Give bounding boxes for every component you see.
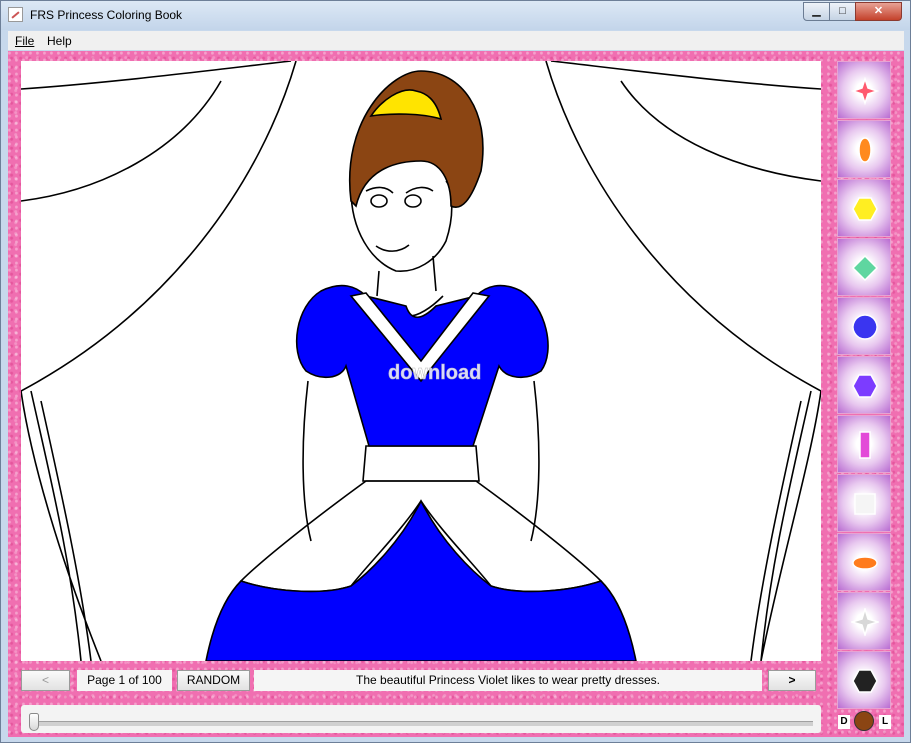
left-arm-outline <box>302 380 312 542</box>
color-swatch[interactable] <box>837 238 891 296</box>
color-swatch[interactable] <box>837 592 891 650</box>
orange-oval-gem-icon <box>858 137 872 163</box>
princess-drawing[interactable]: download <box>21 61 821 661</box>
silver-star-gem-icon <box>851 608 879 636</box>
menu-file[interactable]: File <box>15 34 34 48</box>
shade-slider[interactable] <box>21 705 821 733</box>
blue-round-gem-icon <box>852 314 878 340</box>
current-color-indicator <box>854 711 874 731</box>
color-swatch[interactable] <box>837 415 891 473</box>
maximize-button[interactable]: □ <box>829 2 856 21</box>
title-bar[interactable]: FRS Princess Coloring Book ▁ □ ✕ <box>1 1 910 30</box>
princess-mouth <box>375 244 410 252</box>
slider-track[interactable] <box>31 721 813 726</box>
right-curtain-outline <box>545 61 821 661</box>
color-swatch[interactable] <box>837 120 891 178</box>
color-swatch[interactable] <box>837 356 891 414</box>
light-shade-label[interactable]: L <box>879 715 891 729</box>
coloring-canvas[interactable]: download <box>21 61 821 661</box>
princess-skirt <box>205 499 637 661</box>
orange-ellipse-gem-icon <box>852 556 878 570</box>
yellow-hexagon-gem-icon <box>852 197 878 221</box>
window-title: FRS Princess Coloring Book <box>30 8 183 22</box>
left-curtain-outline <box>21 61 297 661</box>
navigation-bar: < Page 1 of 100 RANDOM The beautiful Pri… <box>21 670 817 692</box>
right-arm-outline <box>530 380 540 542</box>
app-icon <box>8 7 23 22</box>
red-star-gem-icon <box>851 77 879 105</box>
white-square-gem-icon <box>854 493 876 515</box>
next-page-button[interactable]: > <box>768 670 816 691</box>
black-hexagon-gem-icon <box>852 669 878 693</box>
color-swatch[interactable] <box>837 179 891 237</box>
previous-page-button[interactable]: < <box>21 670 70 691</box>
color-swatch[interactable] <box>837 297 891 355</box>
color-swatch[interactable] <box>837 474 891 532</box>
slider-thumb[interactable] <box>29 713 39 731</box>
dark-shade-label[interactable]: D <box>838 715 850 729</box>
princess-left-eye <box>365 186 394 208</box>
color-swatch[interactable] <box>837 61 891 119</box>
magenta-bar-gem-icon <box>859 431 871 459</box>
green-diamond-gem-icon <box>851 254 879 282</box>
color-palette <box>837 61 891 716</box>
princess-face-outline <box>350 180 453 272</box>
menu-bar: File Help <box>8 31 904 50</box>
random-page-button[interactable]: RANDOM <box>177 670 250 691</box>
princess-right-eye <box>404 186 434 208</box>
page-caption: The beautiful Princess Violet likes to w… <box>254 670 762 691</box>
menu-help[interactable]: Help <box>47 34 72 48</box>
page-indicator: Page 1 of 100 <box>77 670 172 691</box>
close-button[interactable]: ✕ <box>855 2 902 21</box>
color-swatch[interactable] <box>837 533 891 591</box>
waist-sash-outline <box>362 445 480 482</box>
app-window: FRS Princess Coloring Book ▁ □ ✕ File He… <box>0 0 911 743</box>
minimize-button[interactable]: ▁ <box>803 2 830 21</box>
watermark: download <box>388 362 481 384</box>
color-swatch[interactable] <box>837 651 891 709</box>
purple-hexagon-gem-icon <box>852 374 878 398</box>
